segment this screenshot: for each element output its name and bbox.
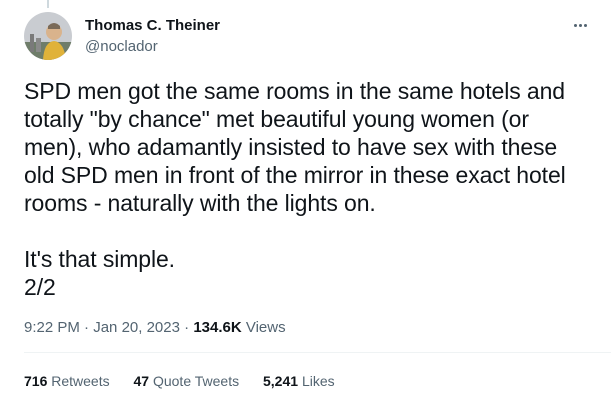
author-display-name[interactable]: Thomas C. Theiner: [85, 16, 220, 36]
quote-tweets-count: 47: [133, 373, 150, 389]
quote-tweets-stat[interactable]: 47 Quote Tweets: [134, 372, 240, 390]
quote-tweets-label: Quote Tweets: [152, 373, 240, 389]
engagement-stats: 716 Retweets 47 Quote Tweets 5,241 Likes: [24, 372, 355, 390]
likes-count: 5,241: [263, 373, 299, 389]
tweet-date[interactable]: Jan 20, 2023: [93, 319, 180, 336]
tweet-meta: 9:22 PM · Jan 20, 2023 · 134.6K Views: [24, 318, 286, 338]
meta-separator: ·: [184, 319, 190, 336]
tweet-text: SPD men got the same rooms in the same h…: [24, 78, 566, 300]
author-handle[interactable]: @noclador: [85, 37, 220, 57]
divider: [24, 352, 611, 353]
views-count: 134.6K: [193, 319, 242, 336]
avatar[interactable]: [24, 12, 72, 60]
more-options-icon[interactable]: [569, 14, 591, 36]
views-label: Views: [245, 319, 286, 336]
likes-stat[interactable]: 5,241 Likes: [263, 372, 335, 390]
retweets-stat[interactable]: 716 Retweets: [24, 372, 110, 390]
thread-connector-line: [47, 0, 49, 8]
likes-label: Likes: [301, 373, 335, 389]
retweets-label: Retweets: [51, 373, 110, 389]
retweets-count: 716: [24, 373, 48, 389]
meta-separator: ·: [84, 319, 90, 336]
author-block[interactable]: Thomas C. Theiner @noclador: [85, 16, 220, 57]
tweet-time[interactable]: 9:22 PM: [24, 319, 80, 336]
